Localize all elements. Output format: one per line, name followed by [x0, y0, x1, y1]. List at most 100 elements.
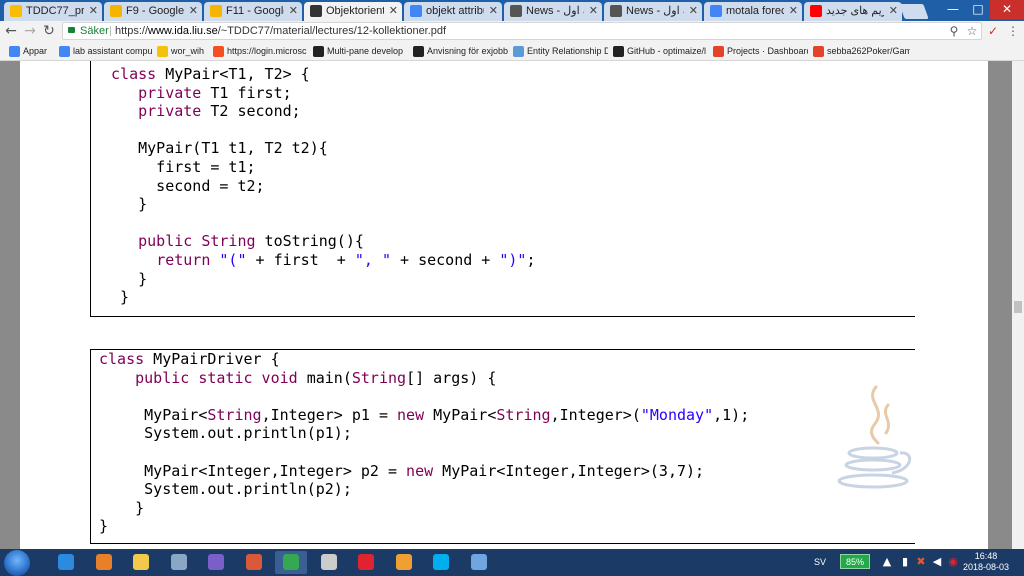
scrollbar[interactable] [1012, 61, 1024, 549]
settings-icon [395, 554, 412, 570]
tab-close-icon[interactable]: ✕ [489, 2, 498, 20]
tab-8[interactable]: تحریم های جدید ✕ [804, 2, 902, 21]
bookmark-item[interactable]: sebba262Poker/Gam [812, 45, 910, 58]
extension-icon[interactable]: ✓ [985, 22, 1001, 41]
reload-button[interactable]: ↻ [40, 22, 58, 41]
apps-icon [9, 46, 20, 57]
tab-favicon-icon [110, 5, 122, 17]
tab-close-icon[interactable]: ✕ [889, 2, 898, 20]
taskbar-button[interactable] [163, 551, 195, 574]
folder-icon [157, 46, 168, 57]
bookmark-label: GitHub - optimaize/l [627, 46, 707, 56]
system-clock[interactable]: 16:48 2018-08-03 [962, 551, 1010, 573]
taskbar-button[interactable] [200, 551, 232, 574]
code-block-mypair: class MyPair<T1, T2> { private T1 first;… [102, 65, 536, 307]
taskbar-button[interactable] [388, 551, 420, 574]
show-hidden-icons-icon[interactable]: ▲ [880, 555, 894, 569]
address-toolbar: ← → ↻ Säker https://www.ida.liu.se/~TDDC… [0, 21, 1024, 42]
back-button[interactable]: ← [2, 22, 20, 41]
pdf-page: class MyPair<T1, T2> { private T1 first;… [20, 61, 988, 549]
bookmark-label: sebba262Poker/Gam [827, 46, 910, 56]
code-text: + first + [246, 250, 355, 269]
taskbar-button[interactable] [125, 551, 157, 574]
language-indicator[interactable]: SV [814, 557, 826, 567]
viber-icon [208, 554, 224, 570]
tab-title: News - صفحه اول [626, 5, 684, 17]
tab-5[interactable]: News - صفحه اول ✕ [504, 2, 602, 21]
bookmark-item[interactable]: Appar [8, 45, 54, 58]
tab-2[interactable]: F11 - Google Slid ✕ [204, 2, 302, 21]
bookmark-item[interactable]: Anvisning för exjobb [412, 45, 508, 58]
taskbar-button[interactable] [425, 551, 457, 574]
code-line: private T2 second; [102, 102, 536, 121]
tab-close-icon[interactable]: ✕ [289, 2, 298, 20]
close-window-button[interactable]: ✕ [990, 0, 1024, 19]
taskbar-button[interactable] [275, 551, 307, 574]
bookmark-item[interactable]: lab assistant comput [58, 45, 152, 58]
minimize-button[interactable]: — [940, 0, 966, 19]
tab-0[interactable]: TDDC77_prv - Go ✕ [4, 2, 102, 21]
code-text: ,Integer> p1 = [261, 405, 398, 424]
battery-indicator[interactable]: 85% [840, 554, 870, 569]
code-keyword: String [496, 405, 551, 424]
code-line: class MyPair<T1, T2> { [102, 65, 536, 84]
bookmark-item[interactable]: https://login.microsc [212, 45, 308, 58]
tab-title: Objektorienterad [326, 5, 384, 17]
code-line: } [99, 499, 749, 518]
volume-icon[interactable]: ◀ [930, 555, 944, 569]
taskbar-button[interactable] [463, 551, 495, 574]
bookmark-star-icon[interactable]: ☆ [965, 22, 979, 41]
bookmark-item[interactable]: Multi-pane develop [312, 45, 408, 58]
tab-title: F9 - Google Slid [126, 5, 184, 17]
taskbar-button[interactable] [50, 551, 82, 574]
lock-icon [68, 27, 75, 33]
tray-app-icon[interactable]: ✖ [914, 555, 928, 569]
new-tab-button[interactable] [899, 4, 929, 19]
tab-favicon-icon [210, 5, 222, 17]
network-status-icon[interactable]: ▮ [898, 555, 912, 569]
tab-1[interactable]: F9 - Google Slid ✕ [104, 2, 202, 21]
tab-close-icon[interactable]: ✕ [189, 2, 198, 20]
code-keyword: return [156, 250, 211, 269]
start-button[interactable] [4, 550, 30, 576]
menu-icon[interactable]: ⋮ [1005, 22, 1021, 41]
tab-close-icon[interactable]: ✕ [689, 2, 698, 20]
taskbar-button[interactable] [350, 551, 382, 574]
tab-close-icon[interactable]: ✕ [389, 2, 398, 20]
bookmark-label: lab assistant comput [73, 46, 152, 56]
antivirus-icon[interactable]: ◉ [946, 555, 960, 569]
bookmark-item[interactable]: wor_wih [156, 45, 208, 58]
zoom-icon[interactable]: ⚲ [947, 22, 961, 41]
tab-6[interactable]: News - صفحه اول ✕ [604, 2, 702, 21]
address-bar[interactable]: Säker https://www.ida.liu.se/~TDDC77/mat… [62, 22, 982, 40]
tab-close-icon[interactable]: ✕ [589, 2, 598, 20]
taskbar-button[interactable] [313, 551, 345, 574]
code-keyword: new [397, 405, 425, 424]
tab-7[interactable]: motala forecast ✕ [704, 2, 802, 21]
taskbar-button[interactable] [88, 551, 120, 574]
bookmark-item[interactable]: GitHub - optimaize/l [612, 45, 708, 58]
tab-3[interactable]: Objektorienterad ✕ [304, 2, 402, 21]
bookmark-item[interactable]: Entity Relationship D [512, 45, 608, 58]
taskbar: SV 85% ▲ ▮ ✖ ◀ ◉ 16:48 2018-08-03 [0, 549, 1024, 576]
tab-close-icon[interactable]: ✕ [789, 2, 798, 20]
tab-title: News - صفحه اول [526, 5, 584, 17]
scrollbar-thumb[interactable] [1014, 301, 1022, 313]
tab-close-icon[interactable]: ✕ [89, 2, 98, 20]
forward-button[interactable]: → [21, 22, 39, 41]
bookmark-label: Anvisning för exjobb [427, 46, 508, 56]
code-line: public String toString(){ [102, 232, 536, 251]
bookmark-label: https://login.microsc [227, 46, 307, 56]
tab-favicon-icon [510, 5, 522, 17]
bookmark-item[interactable]: Projects · Dashboard [712, 45, 808, 58]
opera-icon [358, 554, 374, 570]
taskbar-button[interactable] [238, 551, 270, 574]
tab-4[interactable]: objekt attribut o ✕ [404, 2, 502, 21]
maximize-button[interactable]: □ [966, 0, 990, 19]
code-text: T1 first; [201, 83, 292, 102]
